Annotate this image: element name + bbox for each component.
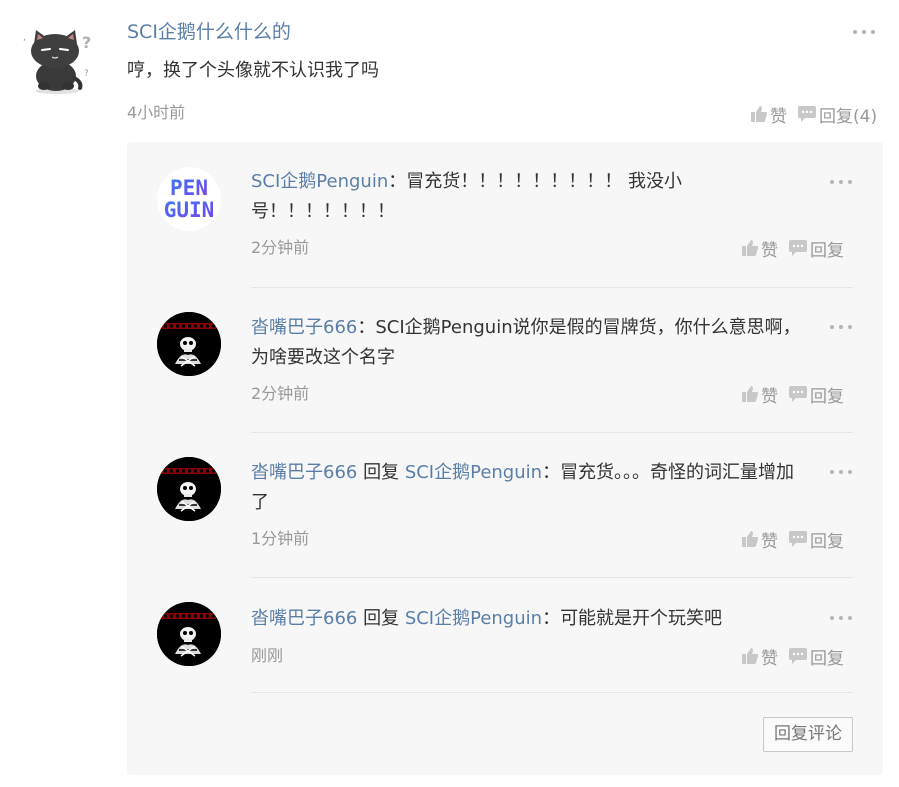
speech-bubble-icon (789, 386, 807, 402)
reply-label: 回复 (810, 531, 844, 552)
reply-button[interactable]: 回复 (788, 644, 844, 669)
svg-text:PEN: PEN (170, 176, 208, 200)
more-options-icon[interactable] (828, 613, 854, 623)
more-options-icon[interactable] (828, 177, 854, 187)
reply-text: 沓嘴巴子666 回复 SCI企鹅Penguin：冒充货。。。奇怪的词汇量增加了 (251, 458, 806, 518)
like-button[interactable]: 赞 (741, 527, 778, 552)
reply-button[interactable]: 回复 (788, 382, 844, 407)
like-label: 赞 (770, 106, 787, 127)
speech-bubble-icon (798, 106, 816, 122)
like-button[interactable]: 赞 (741, 382, 778, 407)
comment-time: 4小时前 (127, 103, 186, 122)
comment-thread: , ? ? SCI企鹅什么什么的 哼，换了个头像就不认识我了吗 4小时前 赞 回… (0, 0, 899, 787)
svg-text:?: ? (84, 69, 89, 79)
reply-content: 可能就是开个玩笑吧 (560, 608, 723, 629)
reply-label: 回复 (810, 386, 844, 407)
speech-bubble-icon (789, 531, 807, 547)
like-label: 赞 (761, 240, 778, 261)
speech-bubble-icon (789, 240, 807, 256)
reply-button[interactable]: 回复(4) (797, 102, 877, 127)
like-button[interactable]: 赞 (741, 644, 778, 669)
reply-author[interactable]: 沓嘴巴子666 (251, 608, 357, 629)
reply-actions: 赞 回复 (741, 644, 844, 669)
reply-time: 2分钟前 (251, 384, 310, 403)
divider (251, 287, 853, 288)
reply-button[interactable]: 回复 (788, 236, 844, 261)
reply-comment-button[interactable]: 回复评论 (763, 717, 853, 752)
thumbs-up-icon (742, 531, 759, 547)
more-options-icon[interactable] (851, 27, 877, 37)
more-options-icon[interactable] (828, 467, 854, 477)
reply-author[interactable]: SCI企鹅Penguin (251, 171, 388, 192)
thumbs-up-icon (742, 648, 759, 664)
reply-text: 沓嘴巴子666 回复 SCI企鹅Penguin：可能就是开个玩笑吧 (251, 604, 806, 634)
more-options-icon[interactable] (828, 322, 854, 332)
reply-separator: ： (542, 462, 561, 483)
reply-label: 回复(4) (819, 106, 878, 127)
reply-label: 回复 (810, 240, 844, 261)
like-label: 赞 (761, 386, 778, 407)
reply-target[interactable]: SCI企鹅Penguin (405, 608, 542, 629)
like-button[interactable]: 赞 (741, 236, 778, 261)
thumbs-up-icon (751, 106, 768, 122)
reply-text: 沓嘴巴子666：SCI企鹅Penguin说你是假的冒牌货，你什么意思啊，为啥要改… (251, 313, 806, 373)
divider (251, 577, 853, 578)
like-label: 赞 (761, 531, 778, 552)
reply-actions: 赞 回复 (741, 527, 844, 552)
divider (251, 692, 853, 693)
reply-actions: 赞 回复 (741, 382, 844, 407)
comment-text: 哼，换了个头像就不认识我了吗 (127, 60, 379, 81)
reply-actions: 赞 回复 (741, 236, 844, 261)
like-label: 赞 (761, 648, 778, 669)
black-cat-avatar[interactable]: , ? ? (20, 26, 94, 96)
skull-avatar[interactable] (157, 602, 221, 666)
like-button[interactable]: 赞 (750, 102, 787, 127)
thumbs-up-icon (742, 240, 759, 256)
penguin-logo-avatar[interactable]: PEN GUIN (157, 167, 221, 231)
reply-author[interactable]: 沓嘴巴子666 (251, 462, 357, 483)
reply-word: 回复 (357, 462, 405, 483)
svg-text:,: , (23, 33, 26, 43)
reply-separator: ： (542, 608, 561, 629)
thumbs-up-icon (742, 386, 759, 402)
skull-avatar[interactable] (157, 457, 221, 521)
replies-panel: PEN GUIN SCI企鹅Penguin：冒充货！！！！！！！！！ 我没小号！… (127, 142, 883, 775)
reply-text: SCI企鹅Penguin：冒充货！！！！！！！！！ 我没小号！！！！！！！ (251, 167, 751, 227)
reply-label: 回复 (810, 648, 844, 669)
reply-time: 刚刚 (251, 646, 284, 665)
reply-target[interactable]: SCI企鹅Penguin (405, 462, 542, 483)
skull-avatar[interactable] (157, 312, 221, 376)
reply-time: 2分钟前 (251, 238, 310, 257)
divider (251, 432, 853, 433)
reply-author[interactable]: 沓嘴巴子666 (251, 317, 357, 338)
comment-author[interactable]: SCI企鹅什么什么的 (127, 19, 291, 45)
svg-text:GUIN: GUIN (164, 198, 215, 222)
reply-time: 1分钟前 (251, 529, 310, 548)
svg-text:?: ? (82, 33, 91, 52)
reply-button[interactable]: 回复 (788, 527, 844, 552)
comment-actions: 赞 回复(4) (750, 102, 877, 127)
reply-separator: ： (357, 317, 376, 338)
speech-bubble-icon (789, 648, 807, 664)
reply-word: 回复 (357, 608, 405, 629)
reply-separator: ： (388, 171, 407, 192)
